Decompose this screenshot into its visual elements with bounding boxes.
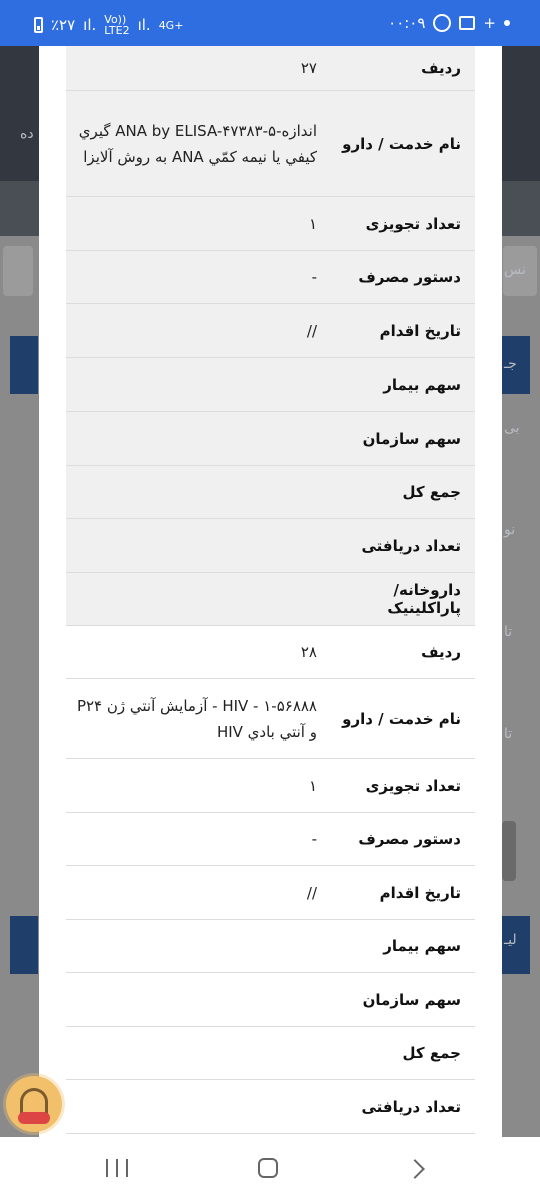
- row-value: -: [311, 268, 317, 286]
- chat-badge: [18, 1112, 50, 1124]
- table-row: دستور مصرف -: [66, 813, 475, 866]
- battery-icon: [34, 17, 43, 33]
- table-row: تعداد دریافتی: [66, 1080, 475, 1134]
- row-label: ردیف: [421, 643, 461, 661]
- table-row: تاریخ اقدام //: [66, 866, 475, 920]
- row-label: جمع کل: [402, 1044, 461, 1062]
- background-panel-header: [10, 916, 38, 974]
- headset-icon: [20, 1088, 48, 1114]
- row-value: ۱-۵۶۸۸۸ - HIV - آزمايش آنتي ژن P۲۴ و آنت…: [76, 696, 317, 741]
- background-text: تا: [504, 726, 513, 742]
- table-row: ردیف ۲۸: [66, 626, 475, 679]
- row-label: تاریخ اقدام: [379, 321, 461, 340]
- row-label: سهم بیمار: [383, 375, 461, 394]
- row-label: تعداد دریافتی: [361, 536, 461, 555]
- background-card: [3, 246, 33, 296]
- battery-level: ٪۲۷: [51, 16, 76, 34]
- recents-icon[interactable]: [106, 1159, 128, 1177]
- navigation-bar: [0, 1137, 540, 1200]
- row-label: دستور مصرف: [358, 830, 461, 848]
- row-value: //: [306, 321, 317, 340]
- background-text: ده: [20, 126, 34, 142]
- signal-icon: ıl.: [83, 16, 97, 34]
- notification-dot-icon: [504, 20, 510, 26]
- status-right: ۰۰:۰۹ +: [388, 14, 510, 32]
- row-label: سهم سازمان: [362, 990, 461, 1009]
- row-label: داروخانه/پاراکلینیک: [387, 581, 461, 617]
- network-label-1: Vo)) LTE2: [104, 13, 130, 37]
- table-row: جمع کل: [66, 1027, 475, 1080]
- gallery-icon: [459, 16, 476, 30]
- row-value: ۲۷: [300, 59, 317, 77]
- table-row: تاریخ اقدام //: [66, 304, 475, 358]
- table-row: نام خدمت / دارو اندازه-ANA by ELISA-۴۷۳۸…: [66, 91, 475, 197]
- background-text: نو: [504, 522, 516, 538]
- table-row: سهم سازمان: [66, 412, 475, 466]
- status-bar: ۰۰:۰۹ + ٪۲۷ ıl. Vo)) LTE2 ıl. 4G+: [0, 0, 540, 46]
- table-row: سهم بیمار: [66, 358, 475, 412]
- background-button: [502, 821, 516, 881]
- row-value: ۱: [308, 214, 317, 233]
- table-row: سهم سازمان: [66, 973, 475, 1027]
- table-row: تعداد تجویزی ۱: [66, 759, 475, 813]
- row-value: -: [311, 830, 317, 848]
- support-chat-button[interactable]: [6, 1076, 62, 1132]
- background-panel-header: [10, 336, 38, 394]
- row-label: تعداد تجویزی: [365, 776, 461, 795]
- table-row: تعداد تجویزی ۱: [66, 197, 475, 251]
- whatsapp-icon: [433, 14, 452, 32]
- row-label: دستور مصرف: [358, 268, 461, 286]
- table-row: ردیف ۲۷: [66, 46, 475, 91]
- back-icon[interactable]: [405, 1159, 425, 1179]
- row-value: //: [306, 883, 317, 902]
- clock: ۰۰:۰۹: [388, 14, 426, 32]
- row-value: ۱: [308, 776, 317, 795]
- details-table: ردیف ۲۷ نام خدمت / دارو اندازه-ANA by EL…: [66, 46, 475, 1134]
- row-label: تاریخ اقدام: [379, 883, 461, 902]
- table-row: داروخانه/پاراکلینیک: [66, 573, 475, 626]
- table-row: نام خدمت / دارو ۱-۵۶۸۸۸ - HIV - آزمايش آ…: [66, 679, 475, 759]
- background-text: بی: [504, 420, 520, 436]
- table-row: تعداد دریافتی: [66, 519, 475, 573]
- status-left: ٪۲۷ ıl. Vo)) LTE2 ıl. 4G+: [34, 14, 183, 36]
- table-row: دستور مصرف -: [66, 251, 475, 304]
- row-value: ۲۸: [300, 643, 317, 661]
- signal-icon-2: ıl.: [137, 16, 151, 34]
- row-label: تعداد دریافتی: [361, 1097, 461, 1116]
- row-label: جمع کل: [402, 483, 461, 501]
- network-label-2: 4G+: [158, 18, 184, 32]
- home-icon[interactable]: [258, 1158, 278, 1178]
- row-label: ردیف: [421, 59, 461, 77]
- background-text: نس: [504, 262, 526, 278]
- plus-icon: +: [483, 14, 496, 32]
- table-row: جمع کل: [66, 466, 475, 519]
- row-label: تعداد تجویزی: [365, 214, 461, 233]
- row-value: اندازه-ANA by ELISA-۴۷۳۸۳-۵ گيري کيفي يا…: [78, 121, 317, 166]
- background-text: جـ: [504, 356, 517, 372]
- background-text: تا: [504, 624, 513, 640]
- background-text: لیـ: [504, 932, 517, 948]
- row-label: سهم سازمان: [362, 429, 461, 448]
- details-modal[interactable]: ردیف ۲۷ نام خدمت / دارو اندازه-ANA by EL…: [39, 46, 502, 1137]
- row-label: نام خدمت / دارو: [342, 709, 461, 728]
- row-label: نام خدمت / دارو: [342, 134, 461, 153]
- row-label: سهم بیمار: [383, 937, 461, 955]
- table-row: سهم بیمار: [66, 920, 475, 973]
